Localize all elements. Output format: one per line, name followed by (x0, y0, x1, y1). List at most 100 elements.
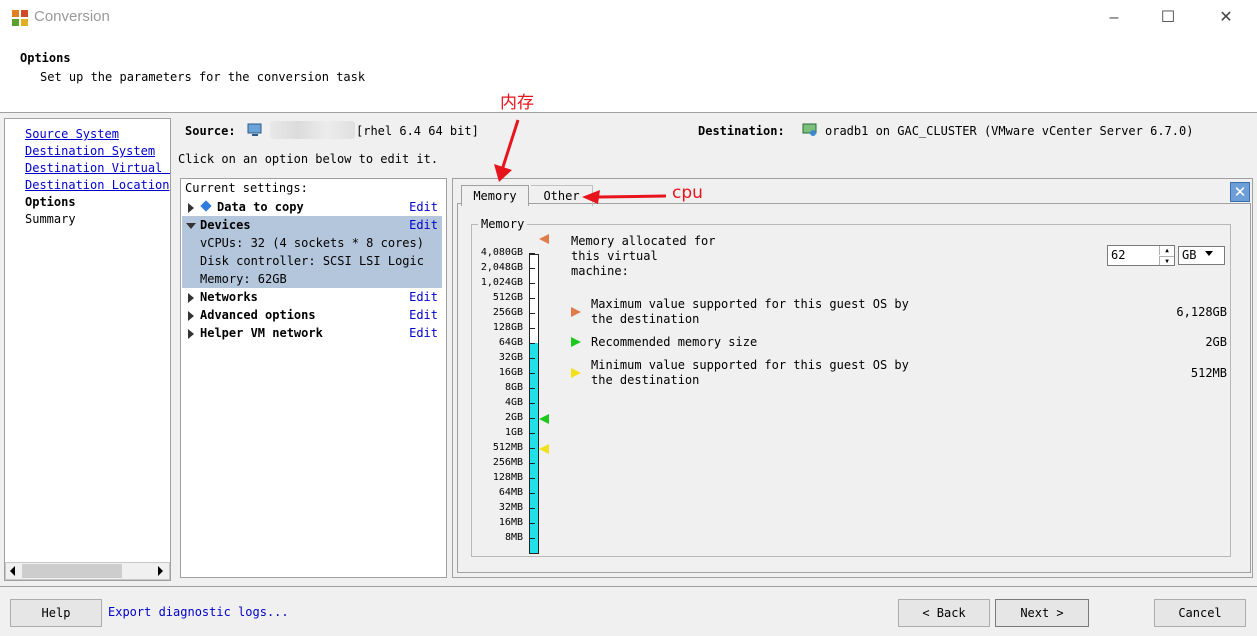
scroll-left-icon[interactable] (10, 566, 15, 576)
dropdown-arrow-icon[interactable] (1205, 251, 1213, 256)
scale-tick (529, 418, 535, 419)
back-button[interactable]: < Back (898, 599, 990, 627)
nav-item-summary[interactable]: Summary (25, 212, 170, 226)
source-os: [rhel 6.4 64 bit] (356, 124, 479, 138)
scale-tick (529, 463, 535, 464)
nav-item-destination-system[interactable]: Destination System (25, 144, 170, 158)
spin-down-icon[interactable]: ▼ (1159, 256, 1174, 265)
settings-row-devices[interactable]: Devices Edit (182, 217, 444, 235)
scale-label: 16MB (498, 517, 523, 528)
device-detail-memory: Memory: 62GB (200, 272, 287, 286)
spin-up-icon[interactable]: ▲ (1159, 246, 1174, 255)
scale-label: 8MB (504, 532, 523, 543)
scale-tick (529, 493, 535, 494)
expand-icon[interactable] (188, 329, 194, 339)
max-legend-value: 6,128GB (1176, 305, 1227, 319)
scale-label: 1GB (504, 427, 523, 438)
computer-icon (247, 123, 262, 136)
scale-tick (529, 433, 535, 434)
scale-label: 16GB (498, 367, 523, 378)
scale-tick (529, 358, 535, 359)
tab-memory[interactable]: Memory (461, 185, 529, 206)
min-legend-label: Minimum value supported for this guest O… (591, 358, 909, 387)
scale-tick (529, 478, 535, 479)
memory-unit-select[interactable]: GB (1178, 246, 1225, 265)
memory-group-title: Memory (478, 217, 528, 231)
edit-link[interactable]: Edit (409, 308, 438, 322)
nav-item-destination-location[interactable]: Destination Location (25, 178, 170, 192)
settings-row-label: Devices (200, 218, 251, 232)
settings-row-advanced-options[interactable]: Advanced options Edit (182, 307, 444, 325)
scale-tick (529, 373, 535, 374)
nav-horizontal-scrollbar[interactable] (5, 562, 170, 580)
scroll-thumb[interactable] (22, 564, 122, 578)
expand-icon[interactable] (188, 293, 194, 303)
help-button[interactable]: Help (10, 599, 102, 627)
close-panel-icon[interactable]: ✕ (1230, 182, 1250, 202)
device-detail-vcpus: vCPUs: 32 (4 sockets * 8 cores) (200, 236, 424, 250)
minimize-icon[interactable]: – (1104, 8, 1124, 28)
settings-row-label: Advanced options (200, 308, 316, 322)
scale-label: 2GB (504, 412, 523, 423)
settings-row-helper-vm-network[interactable]: Helper VM network Edit (182, 325, 444, 343)
scale-label: 256GB (492, 307, 523, 318)
scale-tick (529, 253, 535, 254)
scale-tick (529, 508, 535, 509)
scale-label: 512GB (492, 292, 523, 303)
settings-row-label: Helper VM network (200, 326, 323, 340)
annotation-arrow-left-icon (582, 190, 667, 204)
window-title: Conversion (34, 8, 110, 25)
expand-icon[interactable] (188, 311, 194, 321)
source-label: Source: (185, 124, 236, 138)
settings-row-networks[interactable]: Networks Edit (182, 289, 444, 307)
edit-link[interactable]: Edit (409, 218, 438, 232)
collapse-icon[interactable] (186, 223, 196, 229)
nav-item-source-system[interactable]: Source System (25, 127, 170, 141)
edit-link[interactable]: Edit (409, 200, 438, 214)
source-hostname-redacted (270, 121, 355, 139)
maximize-icon[interactable]: ☐ (1158, 8, 1178, 28)
cancel-button[interactable]: Cancel (1154, 599, 1246, 627)
recommended-value-marker (539, 414, 549, 424)
settings-row-data-to-copy[interactable]: Data to copy Edit (182, 199, 444, 217)
scale-tick (529, 403, 535, 404)
edit-link[interactable]: Edit (409, 326, 438, 340)
recommended-legend-icon (571, 337, 581, 347)
scale-tick (529, 283, 535, 284)
scale-label: 64GB (498, 337, 523, 348)
edit-link[interactable]: Edit (409, 290, 438, 304)
min-legend-value: 512MB (1190, 366, 1227, 380)
app-icon (12, 10, 28, 26)
memory-annotation: 内存 (500, 93, 534, 113)
scale-label: 4,080GB (480, 247, 523, 258)
annotation-arrow-down-icon (494, 119, 520, 182)
destination-label: Destination: (698, 124, 785, 138)
scale-label: 512MB (492, 442, 523, 453)
scale-tick (529, 268, 535, 269)
scale-label: 32MB (498, 502, 523, 513)
scroll-right-icon[interactable] (158, 566, 163, 576)
scale-tick (529, 343, 535, 344)
page-title: Options (20, 51, 71, 65)
scale-label: 2,048GB (480, 262, 523, 273)
scale-tick (529, 313, 535, 314)
nav-item-options[interactable]: Options (25, 195, 170, 209)
scale-tick (529, 523, 535, 524)
expand-icon[interactable] (188, 203, 194, 213)
scale-tick (529, 388, 535, 389)
min-value-marker (539, 444, 549, 454)
settings-row-label: Networks (200, 290, 258, 304)
export-diagnostic-logs-link[interactable]: Export diagnostic logs... (108, 605, 289, 619)
min-legend-icon (571, 368, 581, 378)
destination-value: oradb1 on GAC_CLUSTER (VMware vCenter Se… (825, 124, 1194, 138)
scale-tick (529, 538, 535, 539)
scale-label: 64MB (498, 487, 523, 498)
scale-label: 1,024GB (480, 277, 523, 288)
settings-row-label: Data to copy (217, 200, 304, 214)
page-subtitle: Set up the parameters for the conversion… (40, 70, 366, 84)
memory-allocated-label: Memory allocated for this virtual machin… (571, 234, 716, 278)
current-settings-title: Current settings: (185, 181, 308, 195)
next-button[interactable]: Next > (995, 599, 1089, 627)
close-icon[interactable]: ✕ (1216, 8, 1236, 28)
nav-item-destination-virtual-machine[interactable]: Destination Virtual Machine (25, 161, 170, 175)
